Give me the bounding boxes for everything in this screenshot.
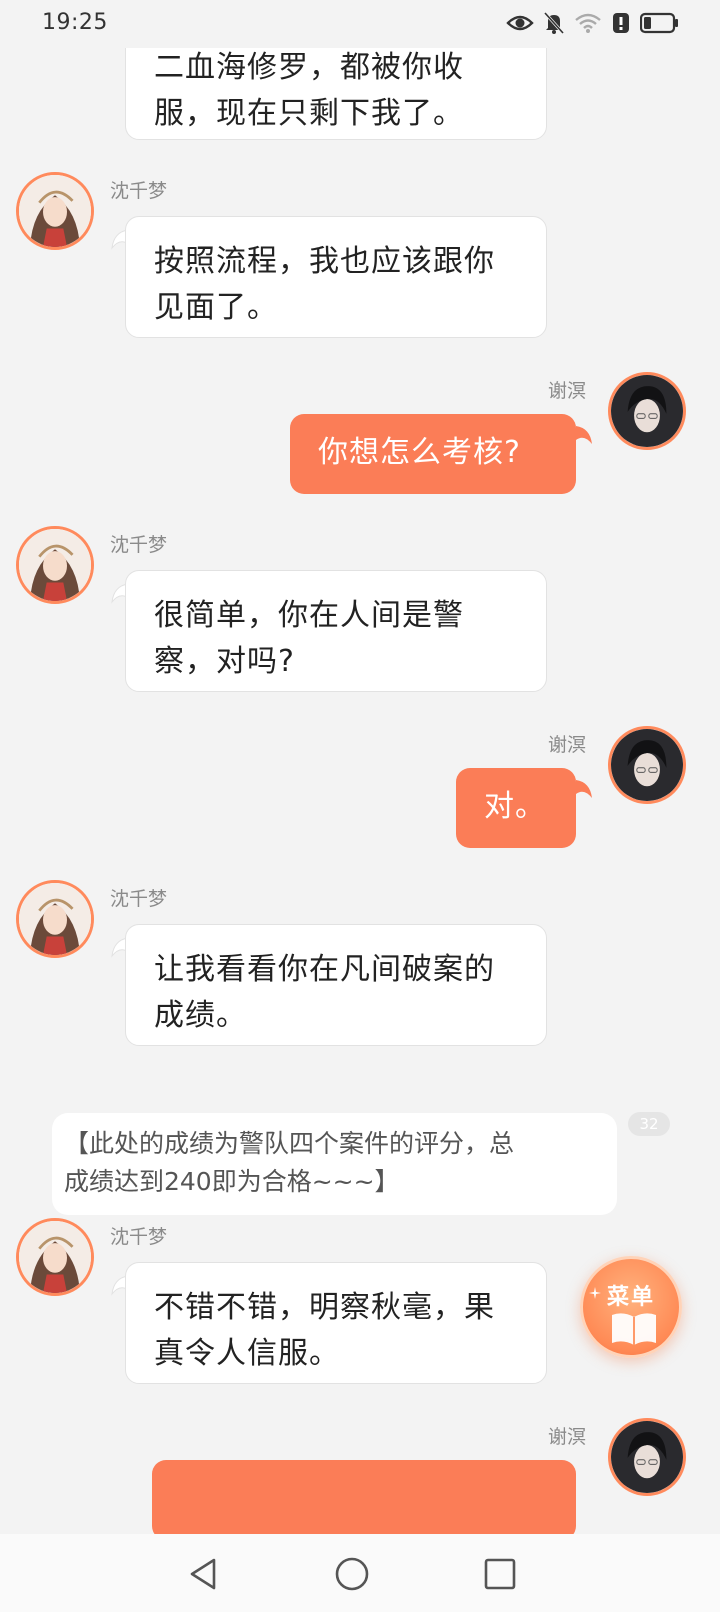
narration-line: 【此处的成绩为警队四个案件的评分，总 <box>64 1129 515 1158</box>
message-line: 让我看看你在凡间破案的 <box>154 952 495 987</box>
message-bubble[interactable]: 二血海修罗，都被你收 服，现在只剩下我了。 <box>125 32 547 140</box>
avatar-shen-qianmeng[interactable] <box>16 1218 94 1296</box>
message-line: 二血海修罗，都被你收 <box>154 50 464 85</box>
message-bubble[interactable]: 对。 <box>456 768 576 848</box>
message-bubble[interactable]: 不错不错，明察秋毫，果 真令人信服。 <box>125 1262 547 1384</box>
message-line: 你想怎么考核? <box>318 435 521 470</box>
bubble-tail <box>576 426 592 444</box>
message-bubble[interactable]: 你想怎么考核? <box>290 414 576 494</box>
message-bubble[interactable]: 按照流程，我也应该跟你 见面了。 <box>125 216 547 338</box>
wifi-icon <box>575 13 601 33</box>
sparkle-icon <box>589 1287 601 1299</box>
comment-count-badge[interactable]: 32 <box>628 1112 670 1136</box>
back-icon[interactable] <box>184 1554 224 1594</box>
home-icon[interactable] <box>332 1554 372 1594</box>
message-line: 不错不错，明察秋毫，果 <box>154 1290 495 1325</box>
sender-name: 沈千梦 <box>110 888 168 910</box>
avatar-shen-qianmeng[interactable] <box>16 526 94 604</box>
recents-icon[interactable] <box>480 1554 520 1594</box>
avatar-shen-qianmeng[interactable] <box>16 880 94 958</box>
message-bubble[interactable]: 让我看看你在凡间破案的 成绩。 <box>125 924 547 1046</box>
alert-icon <box>613 13 629 33</box>
message-line: 服，现在只剩下我了。 <box>154 96 464 131</box>
message-line: 很简单，你在人间是警 <box>154 598 464 633</box>
sender-name: 沈千梦 <box>110 1226 168 1248</box>
bubble-tail <box>576 780 592 798</box>
avatar-xie-ming[interactable] <box>608 1418 686 1496</box>
message-line: 见面了。 <box>154 290 278 325</box>
sender-name: 谢溟 <box>548 1426 587 1448</box>
status-time: 19:25 <box>42 10 108 35</box>
message-bubble[interactable]: 很简单，你在人间是警 察，对吗? <box>125 570 547 692</box>
sender-name: 谢溟 <box>548 734 587 756</box>
message-line: 真令人信服。 <box>154 1336 340 1371</box>
narration-card[interactable]: 【此处的成绩为警队四个案件的评分，总 成绩达到240即为合格~~~】 <box>52 1113 617 1215</box>
battery-icon <box>640 12 678 34</box>
navigation-bar <box>0 1534 720 1612</box>
sender-name: 沈千梦 <box>110 180 168 202</box>
avatar-xie-ming[interactable] <box>608 372 686 450</box>
avatar-shen-qianmeng[interactable] <box>16 172 94 250</box>
sender-name: 沈千梦 <box>110 534 168 556</box>
narration-line: 成绩达到240即为合格~~~】 <box>64 1167 400 1196</box>
sender-name: 谢溟 <box>548 380 587 402</box>
message-line: 按照流程，我也应该跟你 <box>154 244 495 279</box>
menu-button[interactable]: 菜单 <box>580 1256 682 1358</box>
chat-scroll-area[interactable]: 二血海修罗，都被你收 服，现在只剩下我了。 沈千梦 按照流程，我也应该跟你 见面… <box>0 0 720 1534</box>
book-icon <box>612 1313 656 1345</box>
avatar-xie-ming[interactable] <box>608 726 686 804</box>
message-bubble[interactable] <box>152 1460 576 1534</box>
status-bar: 19:25 <box>0 0 720 48</box>
bell-muted-icon <box>544 12 564 34</box>
eye-icon <box>506 15 534 31</box>
message-line: 成绩。 <box>154 998 247 1033</box>
message-line: 察，对吗? <box>154 644 295 679</box>
message-line: 对。 <box>484 789 546 824</box>
